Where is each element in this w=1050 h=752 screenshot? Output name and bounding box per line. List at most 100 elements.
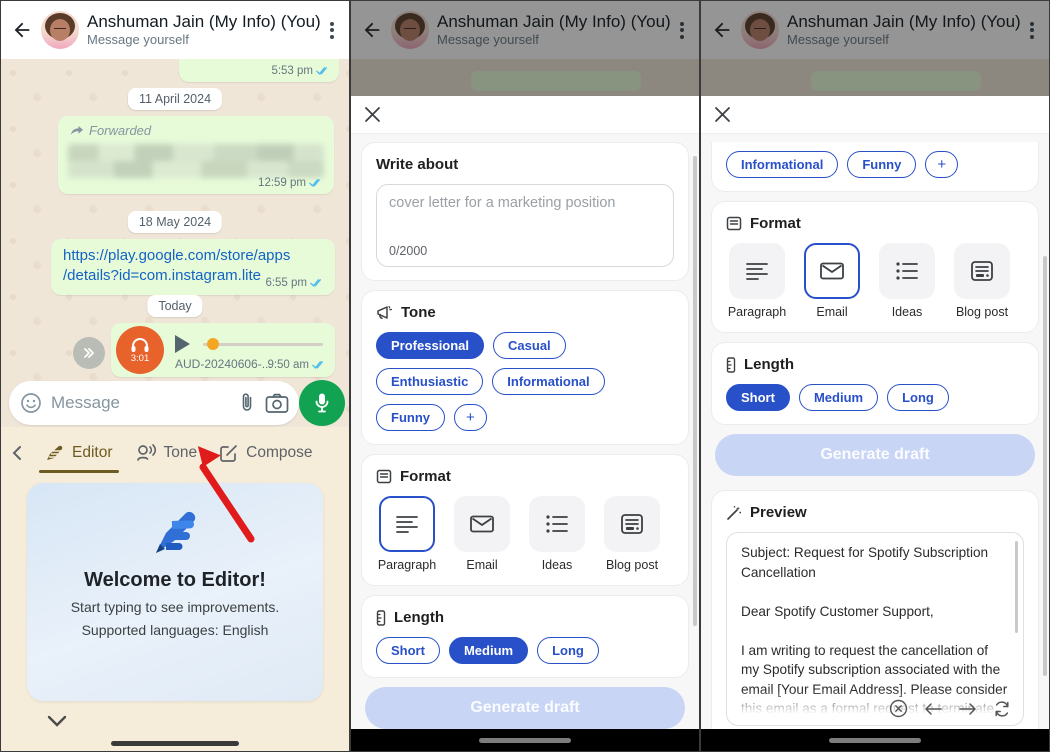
close-icon[interactable] [714,106,731,123]
preview-scrollbar[interactable] [1015,541,1018,633]
forwarded-message-bubble[interactable]: Forwarded 12:59 pm [58,116,334,194]
welcome-card: Welcome to Editor! Start typing to see i… [27,483,323,701]
tab-tone[interactable]: Tone [127,437,206,469]
chat-header: Anshuman Jain (My Info) (You) Message yo… [1,1,349,59]
tone-chip-casual[interactable]: Casual [493,332,566,359]
avatar[interactable] [41,11,79,49]
close-icon[interactable] [364,106,381,123]
more-options-icon[interactable] [325,19,339,41]
emoji-icon[interactable] [19,391,43,415]
message-time: 12:59 pm [258,177,306,189]
format-section-icon [726,216,742,231]
format-option-email[interactable]: Email [451,496,513,572]
play-button[interactable] [175,335,190,353]
blog-post-icon [620,513,644,535]
char-counter: 0/2000 [389,244,661,258]
undo-arrow-icon[interactable] [923,702,943,716]
ideas-icon [544,513,570,535]
preview-card: Preview Subject: Request for Spotify Sub… [711,490,1039,729]
double-check-icon [316,66,331,76]
home-indicator[interactable] [479,738,571,743]
chat-subtitle: Message yourself [87,32,317,48]
preview-box[interactable]: Subject: Request for Spotify Subscriptio… [726,532,1024,726]
modal-scrim[interactable] [351,1,699,96]
editor-logo-icon [146,505,204,563]
tone-chip-informational[interactable]: Informational [492,368,604,395]
generate-draft-button[interactable]: Generate draft [365,687,685,729]
format-section-icon [376,469,392,484]
format-option-ideas[interactable]: Ideas [526,496,588,572]
length-chip-long[interactable]: Long [887,384,949,411]
audio-progress-track[interactable] [203,343,323,346]
message-bubble-partial[interactable]: 5:53 pm [179,59,339,82]
message-link-line1[interactable]: https://play.google.com/store/apps [63,246,325,266]
modal-scrim[interactable] [701,1,1049,96]
editor-welcome-area: Welcome to Editor! Start typing to see i… [1,479,349,751]
attachment-icon[interactable] [237,392,257,414]
voice-record-button[interactable] [299,380,345,426]
write-about-box[interactable]: 0/2000 [376,184,674,267]
tone-chip-funny[interactable]: Funny [376,404,445,431]
length-card: Length Short Medium Long [711,342,1039,425]
home-indicator[interactable] [829,738,921,743]
format-option-email[interactable]: Email [801,243,863,319]
tone-chip-add[interactable]: + [454,404,487,431]
length-chip-medium[interactable]: Medium [449,637,528,664]
tone-chip-enthusiastic[interactable]: Enthusiastic [376,368,483,395]
collapse-left-icon[interactable] [11,445,23,461]
message-input[interactable] [51,393,229,413]
length-chip-short[interactable]: Short [376,637,440,664]
format-option-blog[interactable]: Blog post [951,243,1013,319]
generate-draft-button[interactable]: Generate draft [715,434,1035,476]
tab-editor[interactable]: Editor [37,438,121,468]
tone-chip-add[interactable]: + [925,151,958,178]
sheet-scrollbar[interactable] [693,156,697,626]
camera-icon[interactable] [265,393,289,413]
audio-message-bubble[interactable]: 3:01 AUD-20240606-... 9:50 am [111,323,335,377]
preview-wand-icon [726,505,742,521]
length-card: Length Short Medium Long [361,595,689,678]
tone-chip-informational[interactable]: Informational [726,151,838,178]
tone-chip-funny[interactable]: Funny [847,151,916,178]
email-icon [469,514,495,534]
panel-compose-result: Anshuman Jain (My Info) (You) Message yo… [700,0,1050,752]
email-icon [819,261,845,281]
redo-arrow-icon[interactable] [958,702,978,716]
ideas-icon [894,260,920,282]
panel-whatsapp-chat: Anshuman Jain (My Info) (You) Message yo… [0,0,350,752]
headphones-icon [130,337,150,353]
format-option-blog[interactable]: Blog post [601,496,663,572]
format-option-paragraph[interactable]: Paragraph [726,243,788,319]
compose-icon [219,443,239,463]
length-section-icon [376,610,386,626]
link-message-bubble[interactable]: https://play.google.com/store/apps /deta… [51,239,335,295]
date-chip: 11 April 2024 [128,88,222,110]
sheet-scrollbar[interactable] [1043,256,1047,676]
tone-card-partial: Informational Funny + [711,142,1039,192]
audio-duration: 3:01 [131,354,150,364]
dismiss-result-icon[interactable] [889,699,908,718]
mic-icon [313,392,331,414]
back-icon[interactable] [11,19,33,41]
message-time: 5:53 pm [271,65,313,77]
length-chip-long[interactable]: Long [537,637,599,664]
write-about-input[interactable] [389,195,661,237]
home-indicator[interactable] [111,741,239,746]
double-check-icon [310,278,325,288]
date-chip: 18 May 2024 [128,211,222,233]
length-chip-short[interactable]: Short [726,384,790,411]
write-about-label: Write about [376,156,674,173]
audio-progress-handle[interactable] [207,338,219,350]
compose-sheet: Write about 0/2000 Tone Professional Cas… [351,96,699,729]
blog-post-icon [970,260,994,282]
tone-chip-professional[interactable]: Professional [376,332,484,359]
tab-compose[interactable]: Compose [211,437,320,469]
forward-share-button[interactable] [73,337,105,369]
chevron-down-icon[interactable] [47,715,67,727]
chat-messages-area: 5:53 pm 11 April 2024 Forwarded 12:59 pm… [1,59,349,427]
format-option-paragraph[interactable]: Paragraph [376,496,438,572]
format-option-ideas[interactable]: Ideas [876,243,938,319]
forward-icon [70,125,84,136]
length-chip-medium[interactable]: Medium [799,384,878,411]
regenerate-icon[interactable] [993,700,1011,718]
